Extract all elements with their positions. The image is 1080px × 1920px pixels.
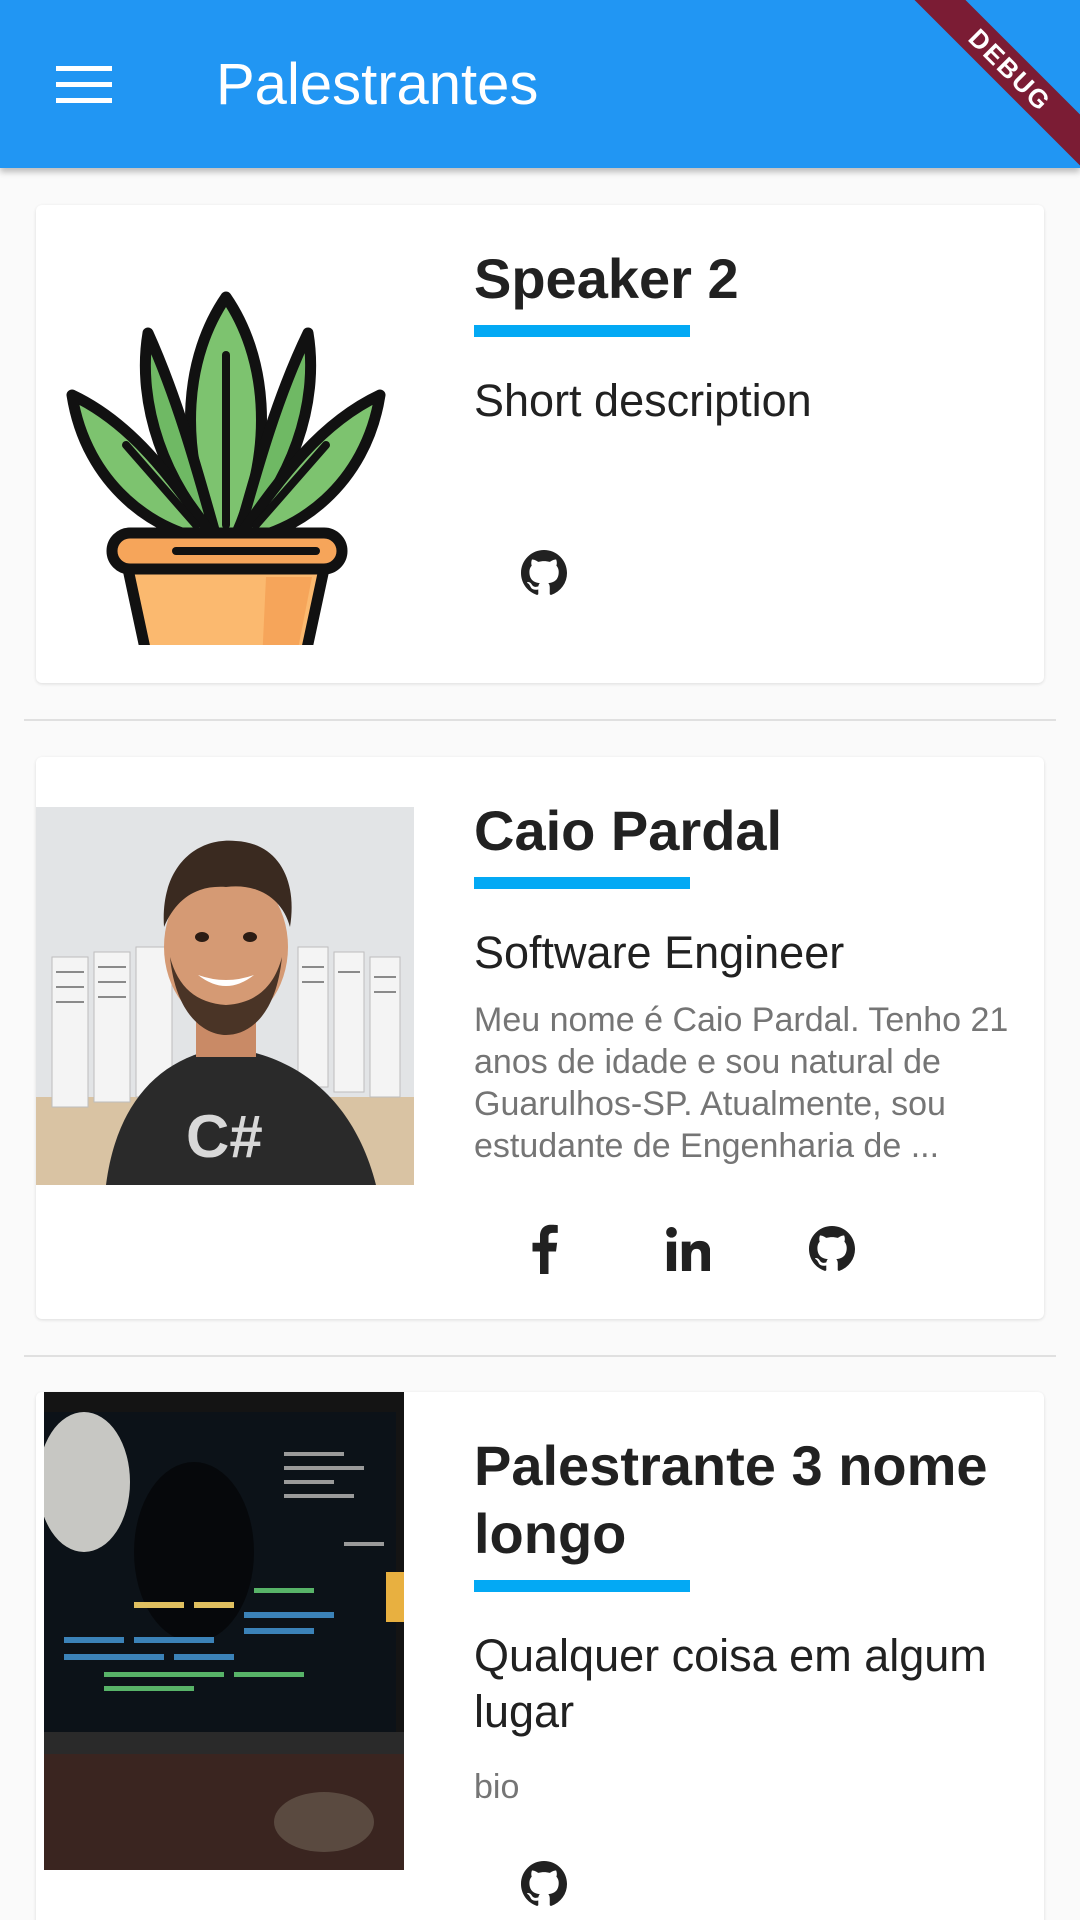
speaker-card[interactable]: Speaker 2 Short description bbox=[36, 205, 1044, 683]
speaker-role: Short description bbox=[474, 375, 812, 426]
divider bbox=[24, 719, 1056, 721]
hamburger-menu-icon bbox=[56, 66, 112, 103]
github-button[interactable] bbox=[472, 537, 616, 609]
speaker-role: Qualquer coisa em algum lugar bbox=[474, 1630, 987, 1737]
linkedin-icon bbox=[666, 1227, 710, 1271]
computer-monitor-photo bbox=[44, 1392, 404, 1870]
github-button[interactable] bbox=[472, 1848, 616, 1920]
speaker-portrait-photo: C# bbox=[36, 807, 414, 1185]
speaker-card[interactable]: C# Caio Pardal Software Engineer Meu nom… bbox=[36, 757, 1044, 1319]
speaker-name: Speaker 2 bbox=[474, 247, 739, 310]
page-title: Palestrantes bbox=[216, 52, 539, 117]
speaker-name: Caio Pardal bbox=[474, 799, 783, 862]
github-icon bbox=[521, 550, 567, 595]
social-links bbox=[472, 1848, 616, 1920]
speaker-role: Software Engineer bbox=[474, 927, 845, 978]
potted-plant-illustration bbox=[66, 245, 386, 645]
name-underline bbox=[474, 1580, 690, 1592]
name-underline bbox=[474, 325, 690, 337]
speaker-bio: bio bbox=[474, 1768, 520, 1806]
speaker-card[interactable]: Palestrante 3 nome longo Qualquer coisa … bbox=[36, 1392, 1044, 1920]
speaker-name: Palestrante 3 nome longo bbox=[474, 1434, 988, 1565]
social-links bbox=[472, 537, 616, 609]
menu-button[interactable] bbox=[40, 40, 128, 128]
github-button[interactable] bbox=[760, 1213, 904, 1285]
github-icon bbox=[809, 1226, 855, 1271]
github-icon bbox=[521, 1861, 567, 1906]
facebook-icon bbox=[532, 1224, 558, 1274]
divider bbox=[24, 1355, 1056, 1357]
facebook-button[interactable] bbox=[472, 1213, 616, 1285]
debug-banner: DEBUG bbox=[900, 0, 1080, 180]
linkedin-button[interactable] bbox=[616, 1213, 760, 1285]
speaker-bio: Meu nome é Caio Pardal. Tenho 21 anos de… bbox=[474, 1001, 1009, 1165]
svg-text:C#: C# bbox=[186, 1103, 263, 1170]
social-links bbox=[472, 1213, 904, 1285]
name-underline bbox=[474, 877, 690, 889]
